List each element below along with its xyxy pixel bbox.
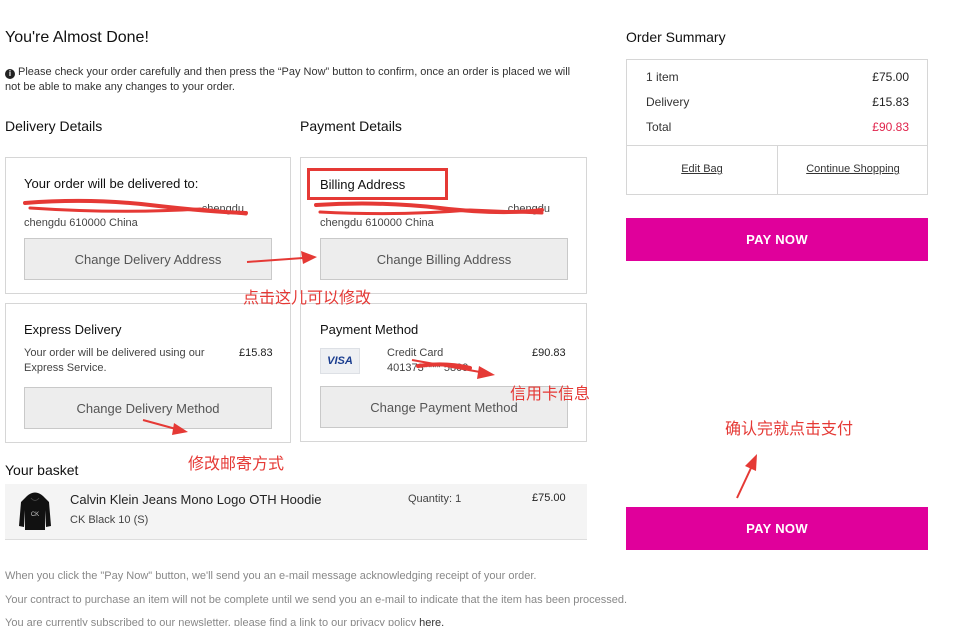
page-title: You're Almost Done! (5, 29, 149, 46)
footer-line3-text: You are currently subscribed to our news… (5, 617, 417, 626)
visa-card-icon: VISA (320, 348, 360, 374)
notice-text: Please check your order carefully and th… (5, 66, 571, 93)
change-delivery-address-button[interactable]: Change Delivery Address (24, 238, 272, 280)
continue-shopping-link[interactable]: Continue Shopping (778, 163, 928, 175)
basket-item-price: £75.00 (532, 492, 566, 504)
order-summary-card: 1 item £75.00 Delivery £15.83 Total £90.… (626, 59, 928, 195)
card-type: Credit Card (387, 347, 444, 359)
express-delivery-title: Express Delivery (24, 322, 122, 337)
card-number: 401373**** 5809 (387, 362, 469, 374)
basket-heading: Your basket (5, 462, 79, 478)
annotation-confirm-pay: 确认完就点击支付 (725, 421, 854, 438)
payment-details-heading: Payment Details (300, 118, 402, 134)
delivery-address-line1: chengdu (201, 203, 244, 215)
billing-address-line2: chengdu 610000 China (320, 217, 434, 229)
change-delivery-method-button[interactable]: Change Delivery Method (24, 387, 272, 429)
order-summary-heading: Order Summary (626, 29, 726, 45)
express-delivery-card: Express Delivery Your order will be deli… (5, 303, 291, 443)
express-delivery-price: £15.83 (239, 347, 273, 359)
svg-text:CK: CK (31, 512, 39, 518)
billing-address-card: Billing Address chengdu chengdu 610000 C… (300, 157, 587, 294)
hoodie-thumbnail: CK (18, 490, 52, 532)
summary-delivery-value: £15.83 (872, 95, 909, 109)
basket-item-row: CK Calvin Klein Jeans Mono Logo OTH Hood… (5, 484, 587, 540)
annotation-modify-shipping: 修改邮寄方式 (188, 456, 285, 473)
info-icon: i (5, 69, 15, 79)
edit-bag-link[interactable]: Edit Bag (627, 163, 777, 175)
payment-method-title: Payment Method (320, 322, 419, 337)
delivery-address-line2: chengdu 610000 China (24, 217, 138, 229)
pay-now-button-bottom[interactable]: PAY NOW (626, 507, 928, 550)
footer-line1: When you click the "Pay Now" button, we'… (5, 570, 537, 582)
arrow-to-pay-now (736, 454, 757, 499)
basket-item-quantity: Quantity: 1 (408, 493, 462, 505)
notice: i Please check your order carefully and t… (5, 65, 575, 95)
delivery-address-card: Your order will be delivered to: chengdu… (5, 157, 291, 294)
footer-line2: Your contract to purchase an item will n… (5, 594, 628, 606)
annotation-modify-here: 点击这儿可以修改 (243, 290, 372, 307)
delivery-card-title: Your order will be delivered to: (24, 176, 199, 191)
change-billing-address-button[interactable]: Change Billing Address (320, 238, 568, 280)
summary-total-value: £90.83 (872, 120, 909, 134)
privacy-policy-link[interactable]: here. (419, 617, 444, 626)
summary-items-value: £75.00 (872, 70, 909, 84)
annotation-card-info: 信用卡信息 (510, 386, 591, 403)
payment-method-card: Payment Method VISA Credit Card 401373**… (300, 303, 587, 442)
summary-delivery-label: Delivery (646, 95, 690, 109)
delivery-details-heading: Delivery Details (5, 118, 103, 134)
footer-line3: You are currently subscribed to our news… (5, 617, 444, 626)
pay-now-button-top[interactable]: PAY NOW (626, 218, 928, 261)
basket-item-variant: CK Black 10 (S) (70, 514, 149, 526)
summary-total-label: Total (646, 120, 672, 134)
billing-address-line1: chengdu (507, 203, 550, 215)
summary-items-label: 1 item (646, 70, 679, 84)
billing-card-title: Billing Address (320, 177, 406, 192)
basket-item-name[interactable]: Calvin Klein Jeans Mono Logo OTH Hoodie (70, 492, 321, 507)
visa-label: VISA (327, 355, 353, 367)
express-delivery-desc: Your order will be delivered using our E… (24, 347, 205, 374)
payment-amount: £90.83 (532, 347, 566, 359)
